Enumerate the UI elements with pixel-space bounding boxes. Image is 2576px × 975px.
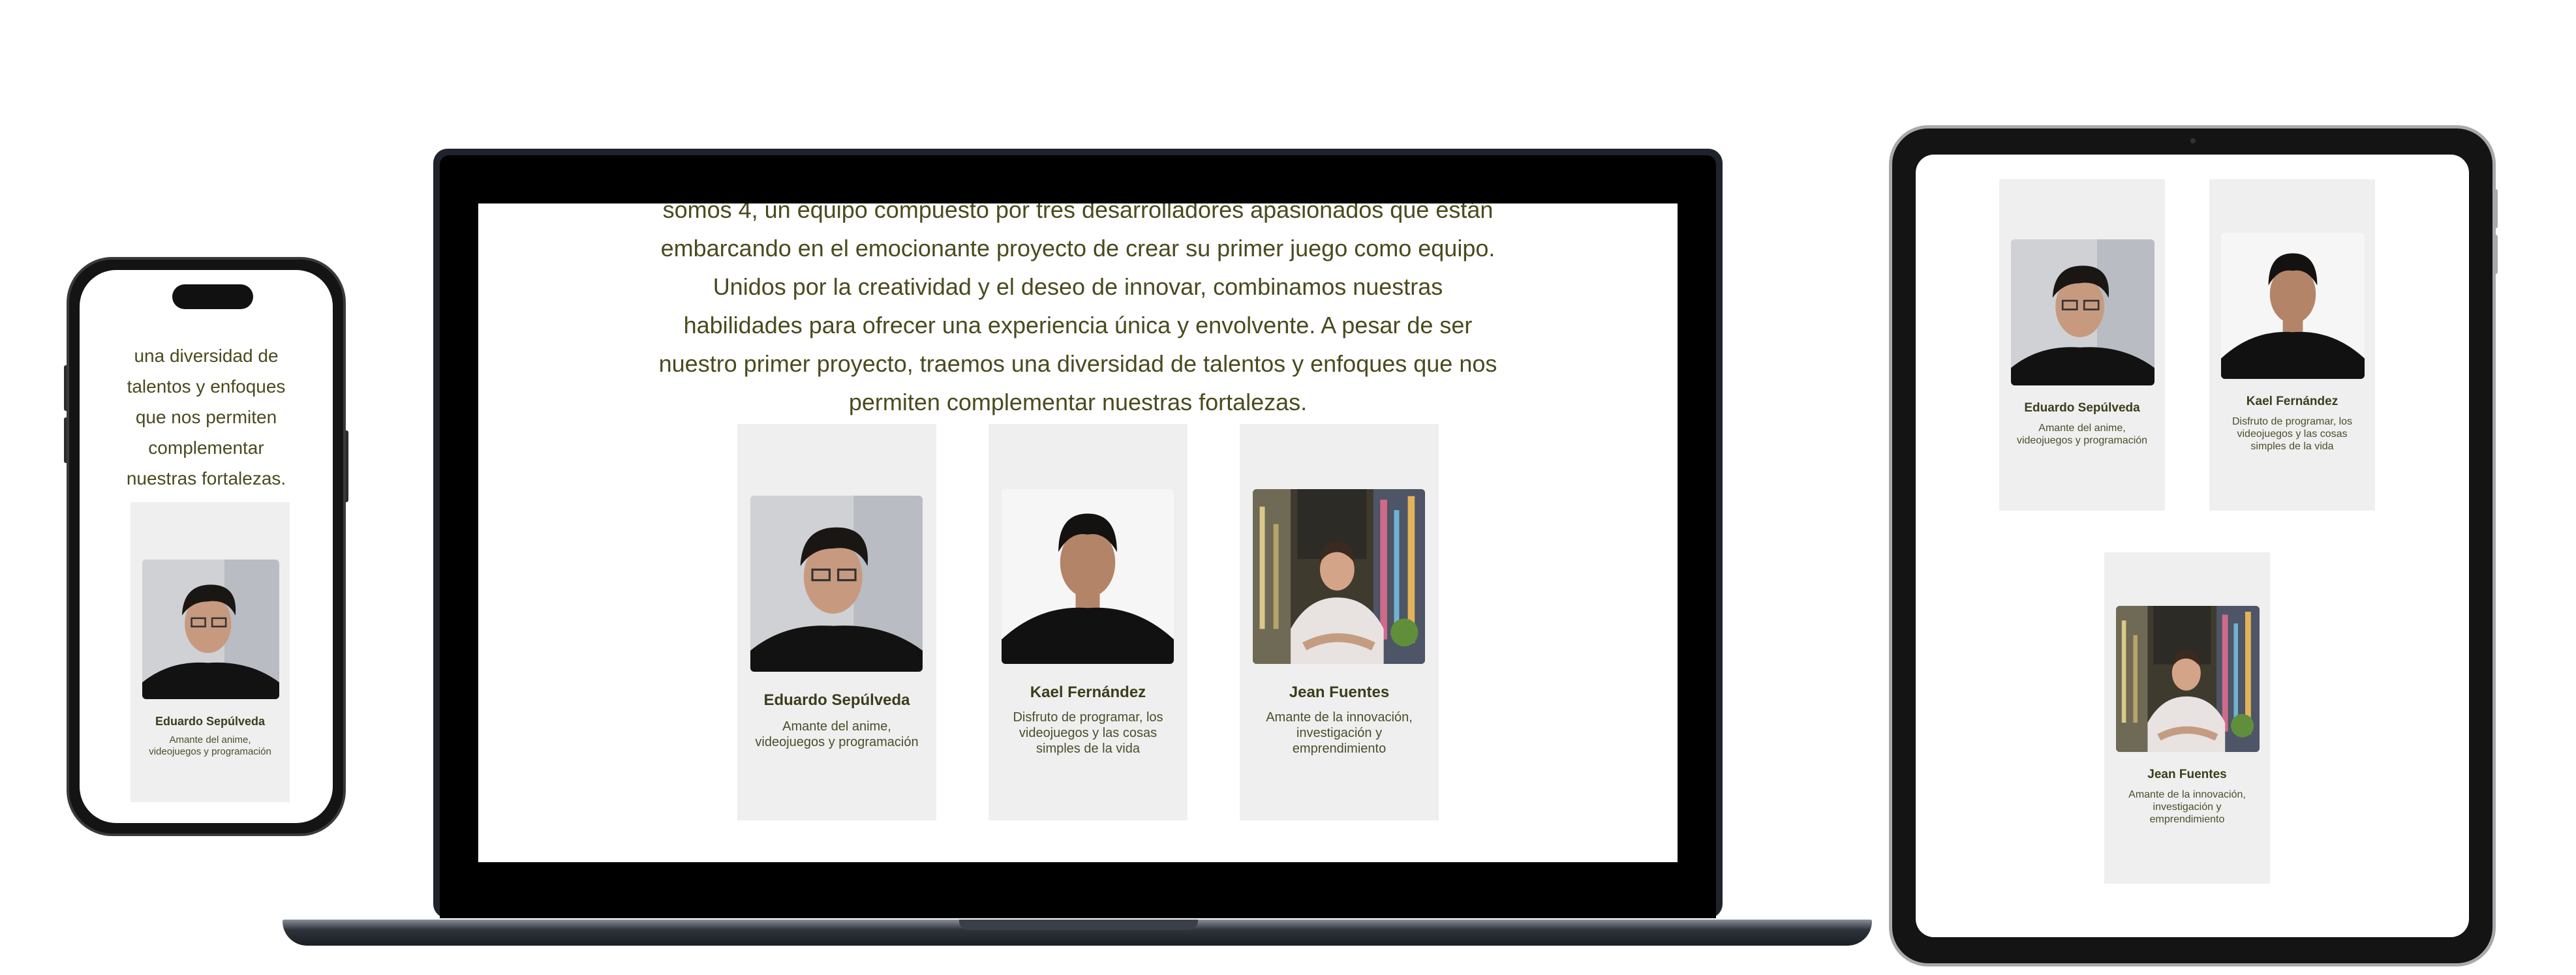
member-description: Amante de la innovación, investigación y…: [2111, 788, 2263, 826]
team-card-jean: Jean Fuentes Amante de la innovación, in…: [2104, 552, 2270, 884]
text-line: nuestras fortalezas.: [126, 468, 286, 488]
member-name: Jean Fuentes: [2147, 768, 2227, 781]
phone-device: una diversidad de talentos y enfoques qu…: [67, 257, 346, 836]
desc-line: simples de la vida: [1036, 742, 1140, 756]
member-name: Eduardo Sepúlveda: [763, 691, 910, 709]
desc-line: videojuegos y programación: [755, 735, 919, 749]
portrait-eduardo-icon: [2011, 239, 2154, 385]
member-description: Amante del anime, videojuegos y programa…: [137, 734, 283, 758]
text-line: habilidades para ofrecer una experiencia…: [683, 312, 1473, 338]
text-line: complementar: [148, 438, 264, 458]
text-line: Unidos por la creatividad y el deseo de …: [713, 273, 1443, 300]
desc-line: investigación y: [2153, 802, 2222, 813]
portrait-eduardo-icon: [142, 560, 279, 699]
member-name: Eduardo Sepúlveda: [2024, 401, 2140, 415]
member-description: Disfruto de programar, los videojuegos y…: [2216, 415, 2369, 453]
photo-eduardo: [142, 560, 279, 699]
team-card-kael: Kael Fernández Disfruto de programar, lo…: [989, 424, 1188, 820]
member-name: Kael Fernández: [2246, 395, 2338, 408]
desc-line: emprendimiento: [2149, 814, 2225, 826]
tablet-camera: [2190, 138, 2196, 143]
team-card-eduardo: Eduardo Sepúlveda Amante del anime, vide…: [130, 502, 290, 802]
portrait-jean-icon: [2116, 606, 2260, 752]
text-line: una diversidad de: [134, 346, 279, 366]
desc-line: simples de la vida: [2250, 441, 2334, 453]
desc-line: Amante del anime,: [2038, 423, 2126, 434]
laptop-about-text: somos 4, un equipo compuesto por tres de…: [596, 203, 1560, 421]
desc-line: Disfruto de programar, los: [2231, 416, 2353, 427]
laptop-screen: somos 4, un equipo compuesto por tres de…: [478, 203, 1678, 862]
tablet-screen: Eduardo Sepúlveda Amante del anime, vide…: [1916, 155, 2469, 937]
portrait-jean-icon: [1253, 489, 1425, 664]
photo-eduardo: [750, 496, 923, 672]
laptop-hinge-notch: [959, 920, 1198, 930]
text-line: somos 4, un equipo compuesto por tres de…: [662, 203, 1494, 223]
desc-line: videojuegos y las cosas: [1019, 726, 1158, 740]
member-description: Amante del anime, videojuegos y programa…: [2006, 422, 2158, 447]
desc-line: videojuegos y programación: [149, 746, 271, 757]
photo-jean: [2116, 606, 2260, 752]
team-card-kael: Kael Fernández Disfruto de programar, lo…: [2209, 179, 2375, 511]
desc-line: emprendimiento: [1292, 742, 1387, 756]
member-description: Disfruto de programar, los videojuegos y…: [996, 710, 1180, 757]
portrait-eduardo-icon: [750, 496, 923, 672]
desc-line: Amante de la innovación,: [1266, 710, 1413, 725]
desc-line: Amante del anime,: [782, 719, 891, 734]
photo-jean: [1253, 489, 1425, 664]
team-card-jean: Jean Fuentes Amante de la innovación, in…: [1240, 424, 1439, 820]
member-name: Eduardo Sepúlveda: [155, 715, 266, 728]
phone-screen: una diversidad de talentos y enfoques qu…: [80, 270, 333, 823]
desc-line: Disfruto de programar, los: [1013, 710, 1163, 725]
tablet-device: Eduardo Sepúlveda Amante del anime, vide…: [1889, 125, 2496, 967]
portrait-kael-icon: [1002, 489, 1174, 664]
desc-line: Amante del anime,: [169, 734, 251, 745]
photo-eduardo: [2011, 239, 2154, 385]
text-line: talentos y enfoques: [127, 376, 286, 397]
desc-line: Amante de la innovación,: [2128, 789, 2246, 800]
phone-about-text: una diversidad de talentos y enfoques qu…: [106, 340, 307, 494]
text-line: permiten complementar nuestras fortaleza…: [848, 389, 1308, 415]
portrait-kael-icon: [2221, 233, 2365, 379]
text-line: que nos permiten: [135, 407, 277, 427]
photo-kael: [2221, 233, 2365, 379]
dynamic-island: [172, 284, 253, 309]
desc-line: videojuegos y programación: [2016, 435, 2148, 447]
member-description: Amante de la innovación, investigación y…: [1248, 710, 1431, 757]
desc-line: investigación y: [1296, 726, 1383, 740]
text-line: embarcando en el emocionante proyecto de…: [660, 235, 1495, 262]
member-name: Jean Fuentes: [1289, 683, 1390, 701]
desc-line: videojuegos y las cosas: [2237, 428, 2348, 440]
photo-kael: [1002, 489, 1174, 664]
text-line: nuestro primer proyecto, traemos una div…: [658, 350, 1497, 377]
member-description: Amante del anime, videojuegos y programa…: [745, 719, 928, 750]
team-card-eduardo: Eduardo Sepúlveda Amante del anime, vide…: [1999, 179, 2165, 511]
team-card-eduardo: Eduardo Sepúlveda Amante del anime, vide…: [737, 424, 936, 820]
member-name: Kael Fernández: [1030, 683, 1146, 701]
